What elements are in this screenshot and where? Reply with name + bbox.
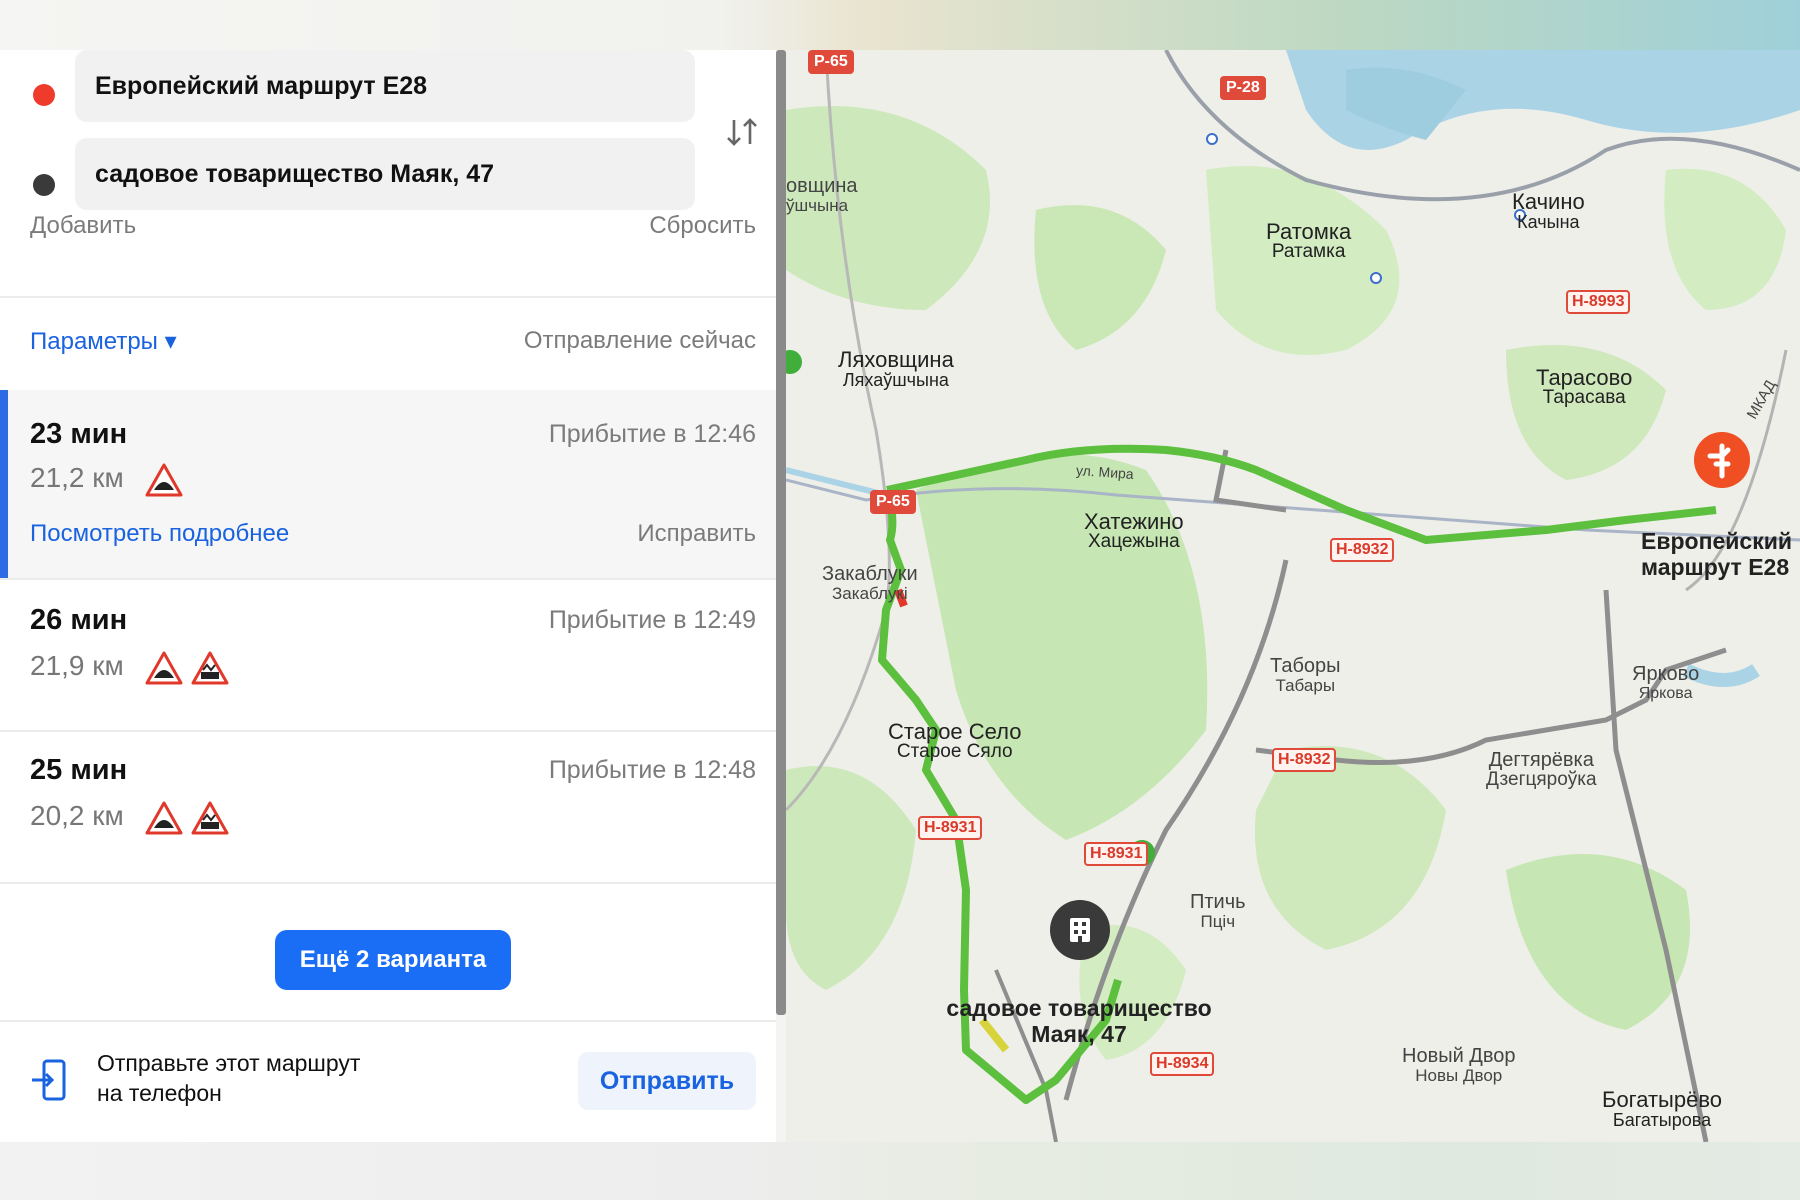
road-badge: Н-8931 (1084, 842, 1149, 866)
place-label: овщина ўшчына (786, 175, 858, 215)
departure-time[interactable]: Отправление сейчас (524, 327, 756, 355)
route-arrival: Прибытие в 12:46 (548, 420, 756, 448)
from-field-value: Европейский маршрут E28 (95, 72, 428, 100)
top-blur-band (0, 0, 1800, 50)
from-field[interactable]: Европейский маршрут E28 (75, 50, 695, 122)
road-badge: Н-8932 (1330, 538, 1395, 562)
place-label-ptich: Птичь Пціч (1190, 891, 1246, 931)
route-details-link[interactable]: Посмотреть подробнее (30, 520, 289, 548)
road-badge: Н-8934 (1150, 1052, 1215, 1076)
place-label-novy-dvor: Новый Двор Новы Двор (1402, 1045, 1516, 1085)
route-arrival: Прибытие в 12:48 (548, 756, 756, 784)
add-point-button[interactable]: Добавить (30, 212, 136, 240)
end-point-marker-icon (33, 174, 55, 196)
fix-route-button[interactable]: Исправить (637, 520, 756, 548)
road-badge: Н-8932 (1272, 748, 1337, 772)
speed-bump-warning-icon (145, 801, 183, 835)
more-variants-button[interactable]: Ещё 2 варианта (275, 930, 511, 990)
place-label-ratomka: Ратомка Ратамка (1266, 219, 1352, 262)
place-label-dzegtsyarovka: Дегтярёвка Дзегцяроўка (1486, 749, 1597, 790)
route-arrival: Прибытие в 12:49 (548, 606, 756, 634)
road-badge: Р-28 (1220, 76, 1266, 100)
send-route-text: Отправьте этот маршрут на телефон (97, 1048, 457, 1108)
rough-road-warning-icon (191, 651, 229, 685)
origin-label: садовое товарищество Маяк, 47 (946, 995, 1212, 1047)
route-time: 26 мин (30, 604, 128, 636)
destination-pin-icon[interactable] (1692, 432, 1752, 492)
route-distance: 21,2 км (30, 462, 124, 493)
speed-bump-warning-icon (145, 463, 183, 497)
street-label: ул. Мира (1075, 462, 1135, 482)
map-canvas (786, 50, 1800, 1142)
speed-bump-warning-icon (145, 651, 183, 685)
place-label-staroe-selo: Старое Село Старое Сяло (888, 719, 1022, 762)
route-time: 25 мин (30, 754, 128, 786)
panel-scrollbar[interactable] (776, 50, 786, 1015)
active-route-indicator (0, 390, 8, 578)
place-label-zakabluki: Закаблуки Закаблукі (822, 563, 918, 603)
route-option-1[interactable]: 23 мин Прибытие в 12:46 21,2 км Посмотре… (0, 390, 776, 578)
place-label-kachino: Качино Качына (1512, 189, 1585, 233)
destination-label: Европейский маршрут E28 (1641, 528, 1792, 580)
divider (0, 882, 776, 884)
place-label-tarasovo: Тарасово Тарасава (1536, 365, 1633, 408)
map-view[interactable]: овщина ўшчына Ратомка Ратамка Качино Качына… (786, 50, 1800, 1142)
road-badge: Н-8993 (1566, 290, 1631, 314)
place-label-bogatyrevo: Богатырёво Багатырова (1602, 1087, 1723, 1131)
send-route-text-line2: на телефон (97, 1080, 222, 1106)
place-label-khatezhino: Хатежино Хацежына (1084, 509, 1184, 552)
route-time: 23 мин (30, 418, 128, 450)
route-panel: Европейский маршрут E28 садовое товарище… (0, 50, 776, 1142)
parameters-dropdown[interactable]: Параметры ▾ (30, 327, 177, 356)
start-point-marker-icon (33, 84, 55, 106)
rough-road-warning-icon (191, 801, 229, 835)
to-field-value: садовое товарищество Маяк, 47 (95, 160, 495, 188)
route-distance: 20,2 км (30, 800, 124, 831)
divider (0, 296, 776, 298)
road-badge: Н-8931 (918, 816, 983, 840)
road-badge: Р-65 (808, 50, 854, 74)
bottom-blur-band (0, 1142, 1800, 1200)
route-option-2[interactable]: 26 мин Прибытие в 12:49 21,9 км (0, 580, 776, 730)
route-distance: 21,9 км (30, 650, 124, 681)
swap-points-icon[interactable] (722, 112, 762, 152)
send-route-text-line1: Отправьте этот маршрут (97, 1050, 361, 1076)
place-label-lyakhovshchina: Ляховщина Ляхаўшчына (838, 347, 954, 391)
route-option-3[interactable]: 25 мин Прибытие в 12:48 20,2 км (0, 732, 776, 882)
to-field[interactable]: садовое товарищество Маяк, 47 (75, 138, 695, 210)
origin-pin-icon[interactable] (1050, 900, 1110, 960)
reset-button[interactable]: Сбросить (649, 212, 756, 240)
place-label-yarkovo: Ярково Яркова (1632, 663, 1700, 702)
send-to-phone-button[interactable]: Отправить (578, 1052, 756, 1110)
divider (0, 1020, 776, 1022)
place-label-tabory: Таборы Табары (1270, 655, 1341, 695)
send-to-phone-icon (32, 1059, 66, 1101)
road-badge: Р-65 (870, 490, 916, 514)
